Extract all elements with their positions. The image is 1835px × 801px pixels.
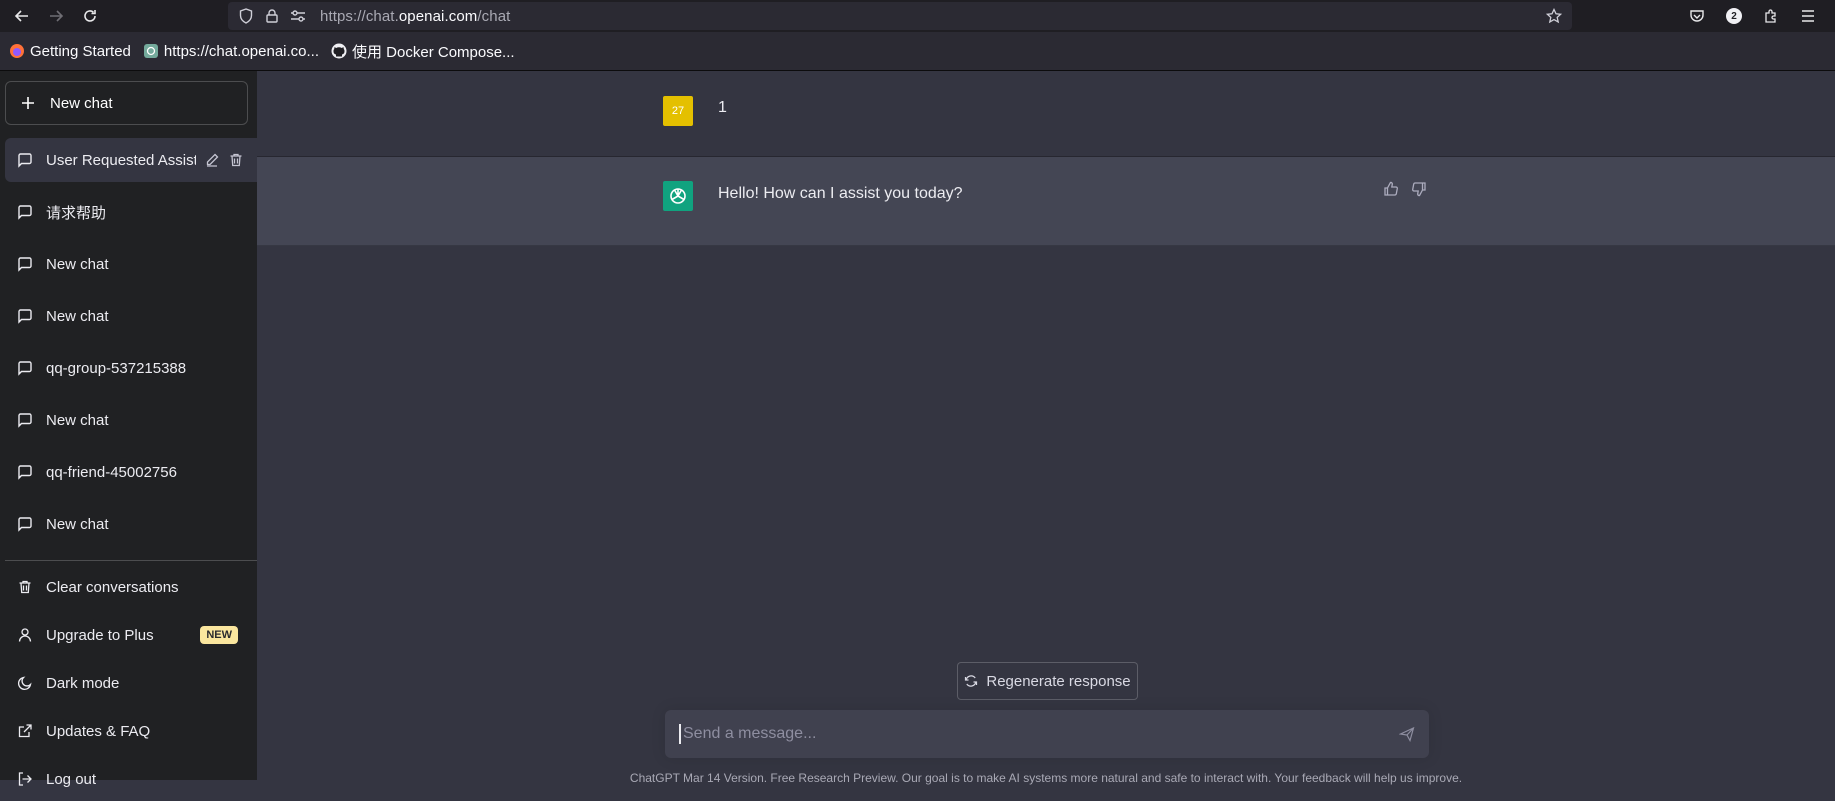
conversation-label: qq-group-537215388	[46, 359, 187, 377]
chat-bubble-icon	[17, 204, 33, 220]
menu-label: Clear conversations	[46, 578, 179, 596]
external-link-icon	[17, 723, 33, 739]
openai-logo-icon	[663, 181, 693, 211]
url-prefix: https://chat.	[320, 7, 399, 25]
conversation-label: 请求帮助	[46, 204, 107, 222]
send-icon[interactable]	[1399, 726, 1415, 742]
bookmark-chat-openai[interactable]: https://chat.openai.co...	[143, 43, 319, 60]
conversation-item[interactable]: qq-friend-45002756	[5, 450, 257, 494]
new-chat-label: New chat	[50, 94, 113, 112]
dark-mode-button[interactable]: Dark mode	[5, 661, 253, 705]
reload-button[interactable]	[78, 4, 102, 28]
url-bar[interactable]: https://chat.openai.com/chat	[228, 2, 1572, 30]
chat-bubble-icon	[17, 516, 33, 532]
thumbs-down-icon[interactable]	[1411, 181, 1427, 197]
conversation-item-active[interactable]: User Requested Assista	[5, 138, 257, 182]
user-icon	[17, 627, 33, 643]
new-chat-button[interactable]: New chat	[5, 81, 248, 125]
toolbar-right: 2	[1687, 0, 1835, 32]
menu-label: Dark mode	[46, 674, 120, 692]
github-icon	[331, 43, 347, 59]
conversation-item[interactable]: New chat	[5, 502, 257, 546]
assistant-message-text: Hello! How can I assist you today?	[718, 185, 963, 202]
conversation-label: New chat	[46, 307, 109, 325]
regenerate-label: Regenerate response	[986, 672, 1131, 690]
chat-bubble-icon	[17, 360, 33, 376]
upgrade-to-plus-button[interactable]: Upgrade to Plus NEW	[5, 613, 253, 657]
bookmark-label: https://chat.openai.co...	[163, 42, 320, 60]
conversation-item[interactable]: New chat	[5, 398, 257, 442]
user-message-text: 1	[718, 99, 727, 116]
menu-label: Upgrade to Plus	[46, 626, 154, 644]
log-out-button[interactable]: Log out	[5, 757, 253, 801]
hamburger-menu-icon[interactable]	[1798, 6, 1818, 26]
conversation-label: New chat	[46, 411, 109, 429]
url-text[interactable]: https://chat.openai.com/chat	[320, 8, 510, 25]
edit-pencil-icon[interactable]	[204, 152, 220, 168]
new-badge: NEW	[200, 626, 238, 644]
conversation-label: New chat	[46, 255, 109, 273]
url-domain: openai.com	[398, 7, 478, 25]
browser-toolbar: https://chat.openai.com/chat 2	[0, 0, 1835, 32]
sidebar-divider	[5, 560, 257, 561]
pocket-icon[interactable]	[1687, 6, 1707, 26]
conversation-item[interactable]: qq-group-537215388	[5, 346, 257, 390]
regenerate-response-button[interactable]: Regenerate response	[957, 662, 1138, 700]
updates-faq-link[interactable]: Updates & FAQ	[5, 709, 253, 753]
reload-icon	[84, 10, 96, 22]
permissions-icon[interactable]	[290, 8, 306, 24]
chat-bubble-icon	[17, 308, 33, 324]
refresh-icon	[964, 674, 978, 688]
chat-main: 27 1 Hello! How can I assist you today? …	[257, 71, 1835, 785]
conversation-label: New chat	[46, 515, 109, 533]
conversation-label: qq-friend-45002756	[46, 463, 177, 481]
conversation-label: User Requested Assista	[46, 151, 196, 169]
bookmark-docker-compose[interactable]: 使用 Docker Compose...	[331, 41, 515, 62]
extension-badge[interactable]: 2	[1724, 6, 1744, 26]
forward-button[interactable]	[44, 4, 68, 28]
chat-bubble-icon	[17, 256, 33, 272]
arrow-right-icon	[50, 10, 64, 22]
assistant-message-row: Hello! How can I assist you today?	[257, 157, 1835, 246]
trash-icon[interactable]	[228, 152, 244, 168]
message-composer	[665, 710, 1429, 758]
extensions-puzzle-icon[interactable]	[1761, 6, 1781, 26]
logout-icon	[17, 771, 33, 787]
conversation-item[interactable]: New chat	[5, 294, 257, 338]
lock-icon[interactable]	[264, 8, 280, 24]
extension-badge-count: 2	[1726, 8, 1742, 24]
chat-bubble-icon	[17, 464, 33, 480]
arrow-left-icon	[14, 10, 28, 22]
bookmark-label: Getting Started	[30, 42, 131, 60]
menu-label: Log out	[46, 770, 97, 788]
thumbs-up-icon[interactable]	[1383, 181, 1399, 197]
back-button[interactable]	[10, 4, 34, 28]
conversation-item[interactable]: New chat	[5, 242, 257, 286]
bookmark-label: 使用 Docker Compose...	[352, 43, 515, 61]
clear-conversations-button[interactable]: Clear conversations	[5, 565, 253, 609]
firefox-icon	[9, 43, 25, 59]
conversation-item[interactable]: 请求帮助	[5, 190, 257, 234]
bookmark-getting-started[interactable]: Getting Started	[9, 43, 131, 60]
user-message-row: 27 1	[257, 71, 1835, 157]
bookmark-star-icon[interactable]	[1545, 7, 1563, 27]
shield-icon[interactable]	[238, 8, 254, 24]
openai-favicon-icon	[143, 43, 159, 59]
trash-icon	[17, 579, 33, 595]
chat-bubble-icon	[17, 412, 33, 428]
moon-icon	[17, 675, 33, 691]
chat-bubble-icon	[17, 152, 33, 168]
footer-disclaimer: ChatGPT Mar 14 Version. Free Research Pr…	[629, 771, 1463, 785]
user-avatar: 27	[663, 96, 693, 126]
message-input[interactable]	[679, 724, 1385, 744]
bookmarks-toolbar: Getting Started https://chat.openai.co..…	[0, 32, 1835, 71]
url-suffix: /chat	[477, 7, 511, 25]
menu-label: Updates & FAQ	[46, 722, 151, 740]
sidebar: New chat User Requested Assista 请求帮助 New…	[0, 71, 257, 788]
plus-icon	[20, 95, 36, 111]
